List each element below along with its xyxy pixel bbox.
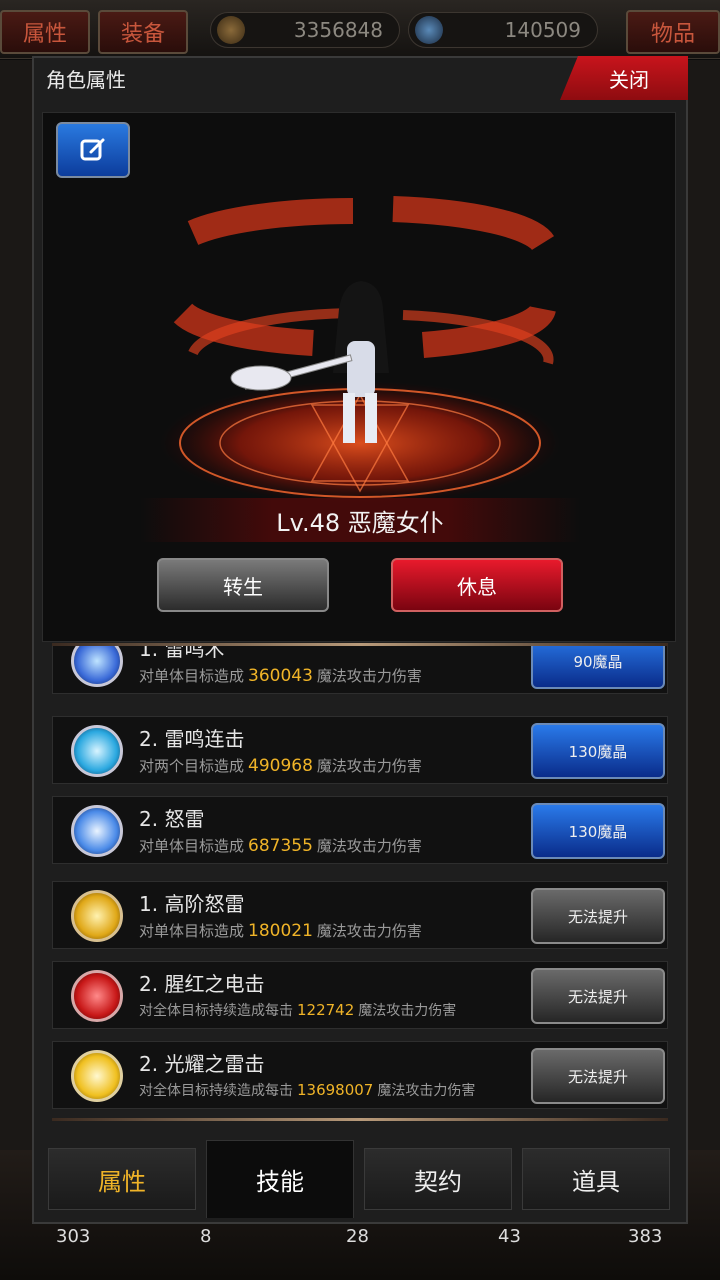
skill-row: 2. 怒雷 对单体目标造成 687355 魔法攻击力伤害 130魔晶 (52, 796, 668, 864)
skill-description: 对单体目标造成 180021 魔法攻击力伤害 (139, 921, 422, 941)
skill-row: 1. 雷鸣术 对单体目标造成 360043 魔法攻击力伤害 90魔晶 (52, 646, 668, 694)
skill-description: 对全体目标持续造成每击 13698007 魔法攻击力伤害 (139, 1081, 476, 1099)
thunder-combo-skill-icon (71, 725, 123, 777)
tab-skills[interactable]: 技能 (206, 1140, 354, 1218)
bottom-stat-3: 28 (346, 1226, 369, 1247)
character-level-name: Lv.48 恶魔女仆 (276, 508, 444, 537)
skill-description: 对全体目标持续造成每击 122742 魔法攻击力伤害 (139, 1001, 457, 1019)
upgrade-disabled-button[interactable]: 无法提升 (531, 1048, 665, 1104)
bottom-stat-2: 8 (200, 1226, 212, 1247)
skill-name: 2. 怒雷 (139, 807, 205, 831)
rebirth-button[interactable]: 转生 (157, 558, 329, 612)
skill-row: 2. 光耀之雷击 对全体目标持续造成每击 13698007 魔法攻击力伤害 无法提升 (52, 1041, 668, 1109)
gold-counter: 3356848 (210, 12, 400, 48)
wrath-thunder-skill-icon (71, 805, 123, 857)
summoning-circle-illustration (160, 196, 560, 505)
modal-tab-bar: 属性 技能 契约 道具 (44, 1140, 676, 1218)
gem-value: 140509 (504, 18, 581, 42)
bottom-stat-1: 303 (56, 1226, 91, 1247)
skill-name: 2. 腥红之电击 (139, 972, 265, 996)
rest-button[interactable]: 休息 (391, 558, 563, 612)
background-right-panel (686, 60, 720, 1220)
edit-button[interactable] (56, 122, 130, 178)
gem-icon (415, 16, 443, 44)
close-button[interactable]: 关闭 (560, 56, 688, 100)
skill-description: 对单体目标造成 360043 魔法攻击力伤害 (139, 666, 422, 686)
skill-list[interactable]: 1. 雷鸣术 对单体目标造成 360043 魔法攻击力伤害 90魔晶 2. 雷鸣连击… (44, 646, 676, 1120)
skill-name: 2. 雷鸣连击 (139, 727, 245, 751)
bottom-stat-5: 383 (628, 1226, 663, 1247)
upgrade-button[interactable]: 130魔晶 (531, 803, 665, 859)
thunder-skill-icon (71, 646, 123, 687)
skill-row: 2. 雷鸣连击 对两个目标造成 490968 魔法攻击力伤害 130魔晶 (52, 716, 668, 784)
background-left-panel (0, 60, 34, 1220)
tab-attributes-bg[interactable]: 属性 (0, 10, 90, 54)
gem-counter: 140509 (408, 12, 598, 48)
skill-row: 1. 高阶怒雷 对单体目标造成 180021 魔法攻击力伤害 无法提升 (52, 881, 668, 949)
upgrade-disabled-button[interactable]: 无法提升 (531, 888, 665, 944)
tab-contract[interactable]: 契约 (364, 1148, 512, 1210)
upgrade-disabled-button[interactable]: 无法提升 (531, 968, 665, 1024)
list-bottom-divider (52, 1118, 668, 1121)
gold-coin-icon (217, 16, 245, 44)
advanced-wrath-thunder-skill-icon (71, 890, 123, 942)
skill-name: 1. 雷鸣术 (139, 646, 225, 661)
crimson-shock-skill-icon (71, 970, 123, 1022)
tab-items[interactable]: 道具 (522, 1148, 670, 1210)
skill-name: 1. 高阶怒雷 (139, 892, 245, 916)
tab-attributes[interactable]: 属性 (48, 1148, 196, 1210)
skill-description: 对两个目标造成 490968 魔法攻击力伤害 (139, 756, 422, 776)
tab-equipment-bg[interactable]: 装备 (98, 10, 188, 54)
skill-name: 2. 光耀之雷击 (139, 1052, 265, 1076)
skill-row: 2. 腥红之电击 对全体目标持续造成每击 122742 魔法攻击力伤害 无法提升 (52, 961, 668, 1029)
tab-items-bg[interactable]: 物品 (626, 10, 720, 54)
skill-description: 对单体目标造成 687355 魔法攻击力伤害 (139, 836, 422, 856)
edit-icon (80, 138, 105, 161)
upgrade-button[interactable]: 130魔晶 (531, 723, 665, 779)
radiant-thunder-skill-icon (71, 1050, 123, 1102)
gold-value: 3356848 (293, 18, 383, 42)
bottom-stat-4: 43 (498, 1226, 521, 1247)
upgrade-button[interactable]: 90魔晶 (531, 646, 665, 689)
character-stage (42, 112, 676, 642)
modal-title: 角色属性 (46, 68, 126, 92)
